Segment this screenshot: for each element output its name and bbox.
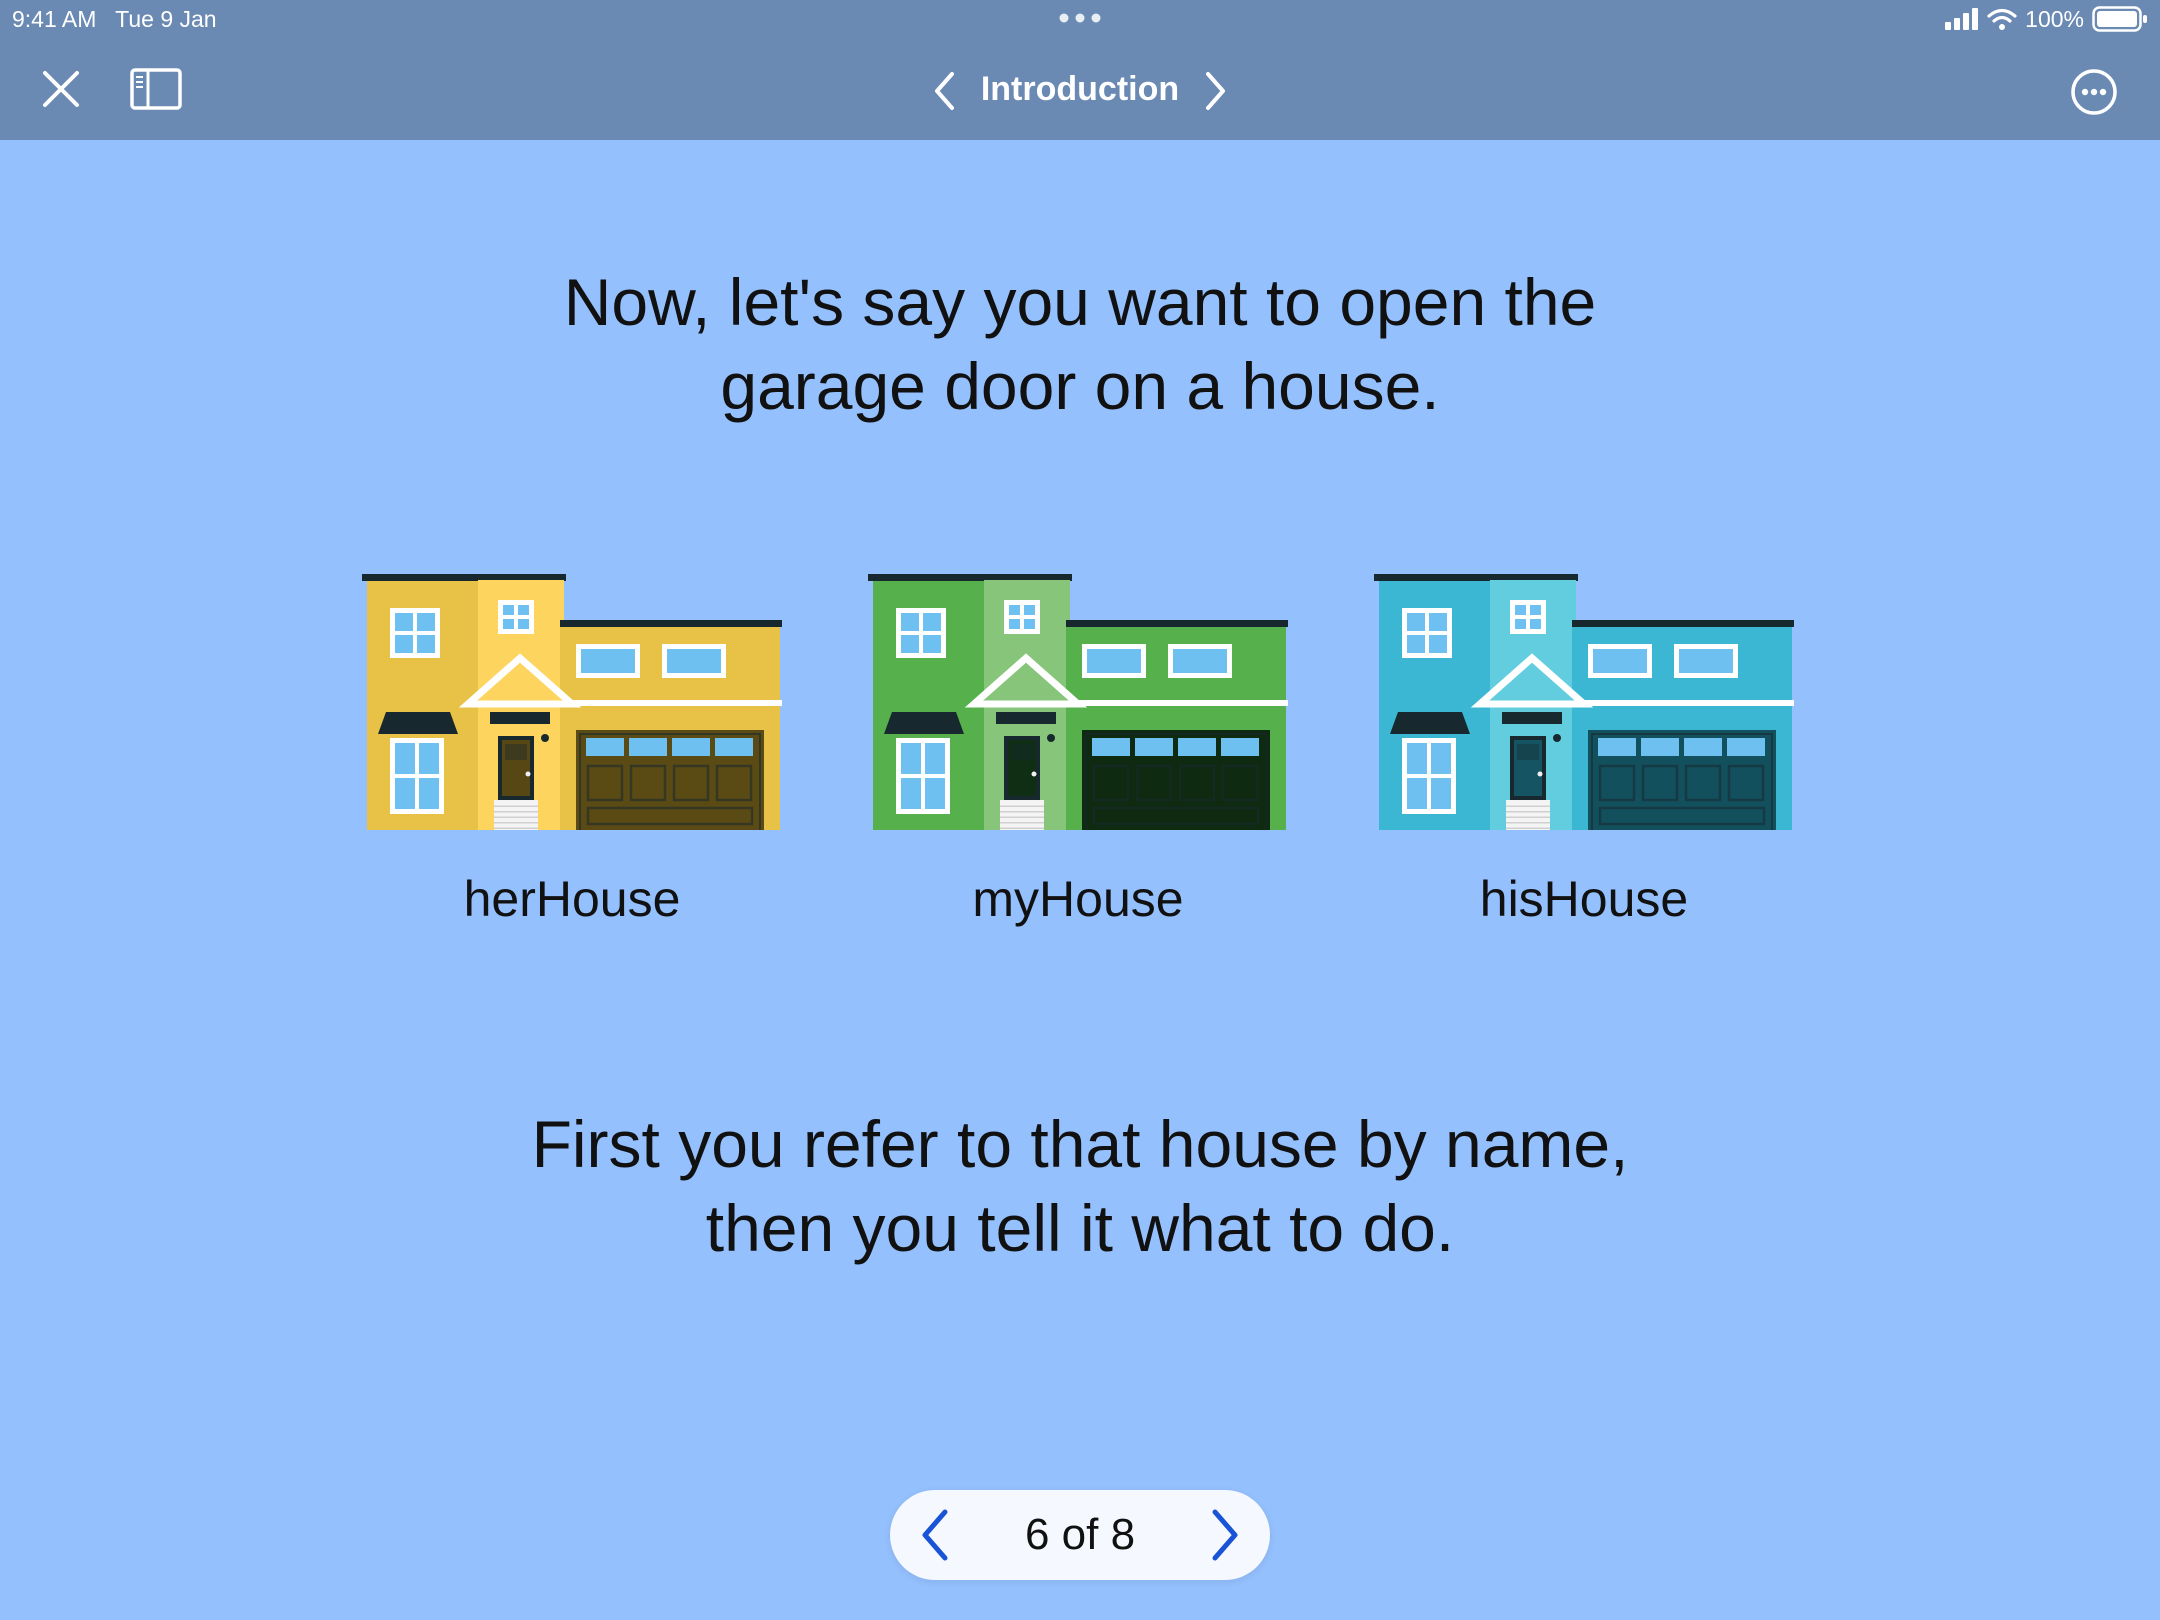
close-button[interactable] [36, 64, 86, 114]
status-date-text: Tue 9 Jan [115, 6, 217, 32]
status-time-text: 9:41 AM [12, 6, 97, 32]
headline-line2: garage door on a house. [720, 349, 1440, 423]
more-options-button[interactable] [2066, 64, 2122, 120]
page-navigator: 6 of 8 [890, 1490, 1270, 1580]
footer-text: First you refer to that house by name, t… [380, 1102, 1780, 1270]
battery-percent: 100% [2025, 5, 2084, 32]
next-section-button[interactable] [1190, 66, 1240, 116]
sidebar-toggle-button[interactable] [126, 64, 186, 114]
next-page-button[interactable] [1180, 1490, 1270, 1580]
house-illustration-my [868, 574, 1288, 835]
house-label-my: myHouse [972, 871, 1184, 927]
house-her [362, 570, 782, 835]
chevron-right-icon [1206, 72, 1225, 110]
house-his [1374, 570, 1794, 835]
footer-line2: then you tell it what to do. [705, 1191, 1455, 1265]
more-icon [2071, 69, 2117, 115]
sidebar-icon [130, 68, 182, 110]
house-label-his: hisHouse [1479, 871, 1689, 927]
house-illustration-his [1374, 574, 1794, 835]
previous-page-button[interactable] [890, 1490, 980, 1580]
status-indicators: 100% [1945, 4, 2148, 34]
multitasking-dots-icon[interactable] [1056, 11, 1104, 25]
page-counter: 6 of 8 [1024, 1510, 1136, 1559]
chevron-right-icon [1212, 1509, 1238, 1561]
navigation-bar: Introduction [0, 38, 2160, 140]
headline-text: Now, let's say you want to open the gara… [380, 260, 1780, 428]
lesson-content: Now, let's say you want to open the gara… [0, 140, 2160, 1620]
wifi-icon [1987, 8, 2017, 30]
signal-icon [1945, 8, 1979, 30]
chevron-left-icon [922, 1509, 948, 1561]
footer-line1: First you refer to that house by name, [531, 1107, 1629, 1181]
close-icon [43, 71, 79, 107]
status-bar: 9:41 AM Tue 9 Jan 100% [0, 0, 2160, 38]
house-label-her: herHouse [463, 871, 681, 927]
battery-icon [2092, 6, 2147, 32]
house-illustration-her [362, 574, 782, 835]
status-time: 9:41 AM Tue 9 Jan [12, 6, 217, 33]
nav-title: Introduction [980, 69, 1180, 108]
house-my [868, 570, 1288, 835]
headline-line1: Now, let's say you want to open the [563, 265, 1597, 339]
